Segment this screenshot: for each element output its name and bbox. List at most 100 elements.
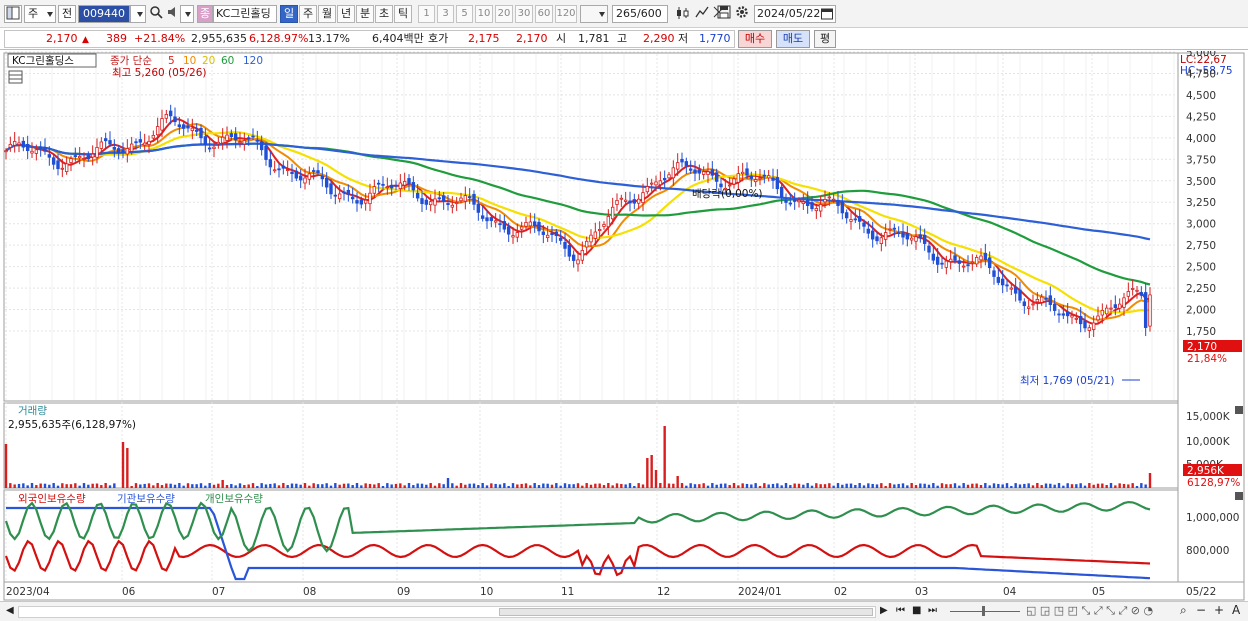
- interval-60[interactable]: 60: [535, 5, 553, 23]
- candle-body: [922, 234, 927, 244]
- interval-10[interactable]: 10: [475, 5, 493, 23]
- period-month[interactable]: 월: [318, 5, 336, 23]
- volume-bar: [433, 485, 437, 488]
- date-input[interactable]: 2024/05/22: [754, 5, 836, 23]
- bid-price: 2,170: [516, 32, 548, 45]
- zoom-out-icon[interactable]: −: [1196, 603, 1206, 617]
- candle-body: [493, 220, 498, 223]
- volume-bar: [533, 483, 536, 488]
- zoom-slider[interactable]: [950, 611, 1020, 612]
- candle-body: [129, 143, 134, 152]
- sell-button[interactable]: 매도: [776, 30, 810, 48]
- candle-body: [368, 192, 372, 205]
- period-week[interactable]: 주: [299, 5, 317, 23]
- volume-bar: [243, 485, 246, 488]
- volume-bar: [269, 483, 272, 488]
- period-day[interactable]: 일: [280, 5, 298, 23]
- candle-body: [550, 233, 554, 236]
- eval-button[interactable]: 평: [814, 30, 836, 48]
- candle-body: [203, 136, 208, 146]
- candle-body: [480, 215, 485, 219]
- interval-5[interactable]: 5: [456, 5, 473, 23]
- layout-icon[interactable]: [4, 5, 22, 23]
- period-tick[interactable]: 틱: [394, 5, 412, 23]
- volume-bar: [160, 485, 164, 488]
- speaker-icon[interactable]: [166, 5, 180, 23]
- save-icon[interactable]: [716, 5, 732, 23]
- market-select[interactable]: 주: [24, 5, 56, 23]
- period-second[interactable]: 초: [375, 5, 393, 23]
- candle-body: [147, 140, 151, 145]
- volume-value: 2,955,635: [191, 32, 247, 45]
- volume-bar: [468, 483, 471, 488]
- history-dropdown-icon[interactable]: [180, 5, 194, 23]
- prev-button[interactable]: 전: [58, 5, 76, 23]
- candle-body: [303, 177, 307, 184]
- view-icons[interactable]: ◱ ◲ ◳ ◰ ⤡ ⤢ ⤡ ⤢ ⊘ ◔: [1026, 604, 1153, 618]
- buy-button[interactable]: 매수: [738, 30, 772, 48]
- volume-tick-15000k: 15,000K: [1186, 411, 1231, 423]
- stock-code-input[interactable]: 009440: [78, 5, 130, 23]
- candle-body: [233, 133, 238, 141]
- current-pct-tag: 21,84%: [1187, 353, 1227, 365]
- volume-bar: [745, 483, 749, 488]
- stock-chart[interactable]: KC그린홀딩스 종가 단순 5 10 20 60 120 최고 5,260 (0…: [0, 51, 1248, 601]
- candle-body: [459, 197, 463, 202]
- scroll-thumb[interactable]: [499, 608, 873, 616]
- stop-icon[interactable]: ■: [912, 605, 921, 616]
- low-annotation: 최저 1,769 (05/21): [1020, 375, 1115, 387]
- volume-bar: [451, 483, 454, 488]
- code-dropdown-icon[interactable]: [130, 5, 146, 23]
- volume-bar: [1101, 483, 1104, 488]
- volume-bar: [325, 483, 328, 488]
- volume-bar: [74, 483, 77, 488]
- calendar-icon[interactable]: [821, 7, 833, 22]
- interval-1[interactable]: 1: [418, 5, 435, 23]
- zoom-in-icon[interactable]: +: [1214, 603, 1224, 617]
- candle-body: [1139, 292, 1144, 296]
- volume-bar: [204, 485, 207, 488]
- holder-close-icon[interactable]: [1235, 492, 1243, 500]
- count-input[interactable]: 265/600: [612, 5, 668, 23]
- candle-body: [73, 155, 78, 157]
- candle-body: [732, 178, 736, 185]
- candle-body: [1005, 284, 1009, 287]
- candle-body: [1130, 288, 1135, 290]
- ma60-label: 60: [221, 55, 234, 67]
- zoom-search-icon[interactable]: ⌕: [1180, 603, 1187, 618]
- horizontal-scrollbar[interactable]: [18, 606, 876, 618]
- scroll-right-icon[interactable]: ▶: [880, 605, 888, 616]
- interval-20[interactable]: 20: [495, 5, 513, 23]
- stock-name: KC그린홀딩: [213, 5, 277, 23]
- interval-dropdown[interactable]: [580, 5, 608, 23]
- candle-body: [805, 200, 810, 206]
- volume-close-icon[interactable]: [1235, 406, 1243, 414]
- candle-body: [320, 175, 325, 180]
- zoom-slider-handle[interactable]: [982, 606, 985, 616]
- volume-bar: [676, 476, 679, 488]
- table-toggle-icon[interactable]: [8, 70, 23, 84]
- candle-body: [216, 141, 221, 145]
- search-icon[interactable]: [148, 5, 164, 23]
- period-year[interactable]: 년: [337, 5, 355, 23]
- volume-bar: [26, 485, 29, 488]
- scroll-left-icon[interactable]: ◀: [6, 605, 14, 616]
- draw-tool-icon[interactable]: [694, 5, 710, 23]
- gear-icon[interactable]: [734, 5, 750, 23]
- candle-body: [836, 199, 840, 206]
- interval-30[interactable]: 30: [515, 5, 533, 23]
- volume-bar: [719, 483, 723, 488]
- volume-bar: [979, 485, 983, 488]
- rewind-icon[interactable]: ⏮: [896, 605, 905, 616]
- text-size-icon[interactable]: A: [1232, 603, 1240, 617]
- volume-bar: [368, 483, 372, 488]
- period-minute[interactable]: 분: [356, 5, 374, 23]
- interval-3[interactable]: 3: [437, 5, 454, 23]
- fast-forward-icon[interactable]: ⏭: [928, 605, 937, 616]
- volume-bar: [706, 485, 710, 488]
- candle-body: [415, 192, 420, 199]
- interval-120[interactable]: 120: [555, 5, 577, 23]
- candle-type-icon[interactable]: [674, 5, 692, 23]
- candle-body: [970, 261, 975, 264]
- ma20-label: 20: [202, 55, 215, 67]
